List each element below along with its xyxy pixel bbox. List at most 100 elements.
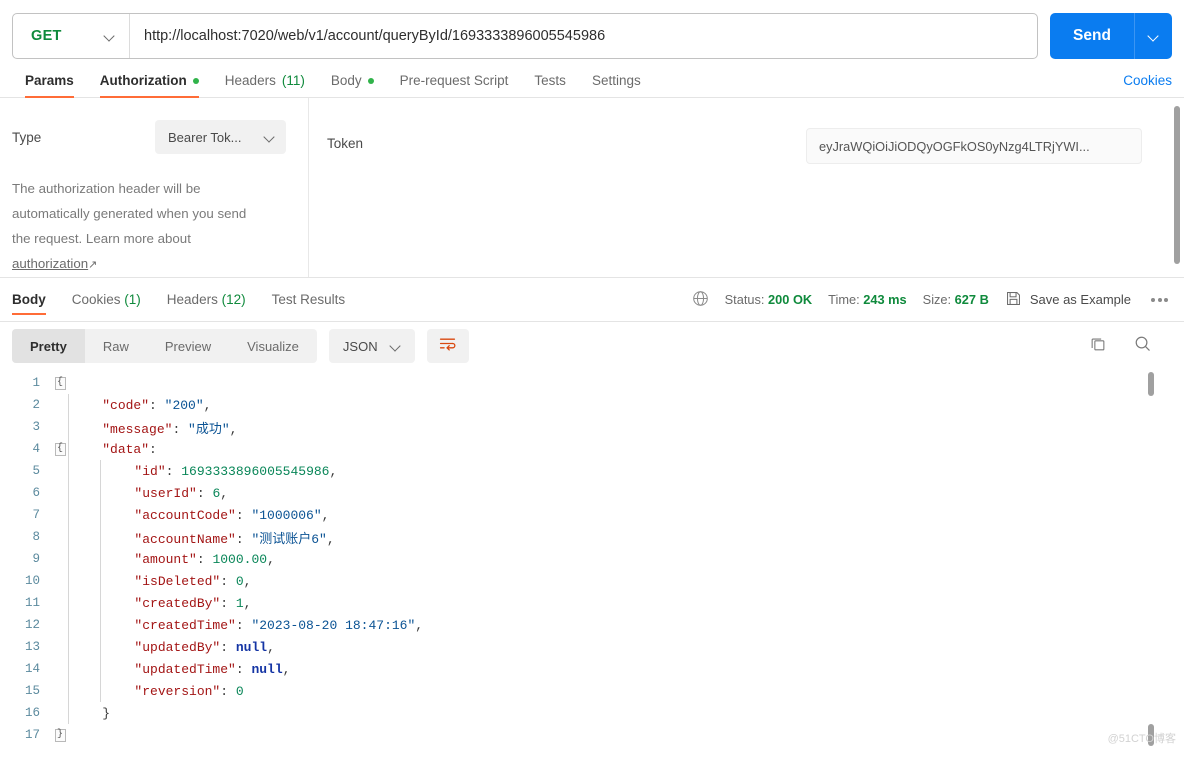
indent-guide: [68, 614, 69, 636]
code-token: ,: [203, 397, 212, 413]
tab-tests[interactable]: Tests: [521, 73, 579, 97]
line-number: 13: [24, 640, 40, 654]
response-body-code[interactable]: 1{2 "code": "200", 3 "message": "成功", 4{ "…: [0, 370, 1184, 750]
code-scrollbar-thumb-top[interactable]: [1148, 372, 1154, 396]
wrap-lines-button[interactable]: [426, 329, 469, 363]
send-options-button[interactable]: [1134, 13, 1172, 59]
chevron-down-icon: [1148, 31, 1159, 42]
tab-body[interactable]: Body: [318, 73, 387, 97]
view-mode-raw[interactable]: Raw: [85, 329, 147, 363]
fold-toggle-icon[interactable]: {: [54, 376, 66, 390]
code-token: ,: [220, 485, 229, 501]
line-number: 14: [24, 662, 40, 676]
code-token: ,: [282, 661, 291, 677]
view-mode-visualize[interactable]: Visualize: [229, 329, 317, 363]
fold-toggle-icon[interactable]: {: [54, 442, 66, 456]
tab-label: Pre-request Script: [399, 73, 509, 88]
tab-authorization[interactable]: Authorization: [87, 73, 212, 98]
fold-gutter[interactable]: {: [52, 376, 68, 390]
view-mode-pretty[interactable]: Pretty: [12, 329, 85, 363]
code-text: "reversion": 0: [70, 683, 243, 699]
code-line: 5 "id": 1693333896005545986,: [0, 460, 1184, 482]
code-token: :: [235, 507, 252, 523]
url-input[interactable]: [130, 14, 1037, 58]
code-line: 14 "updatedTime": null,: [0, 658, 1184, 680]
code-token: ,: [326, 531, 335, 547]
code-line: 17}: [0, 724, 1184, 746]
http-method-select[interactable]: GET: [13, 14, 130, 58]
line-number: 4: [32, 442, 40, 456]
response-tab-headers[interactable]: Headers (12): [167, 278, 259, 321]
authorization-help-link[interactable]: authorization: [12, 256, 88, 271]
external-link-icon: ↗: [88, 259, 98, 271]
request-panel-scrollbar[interactable]: [1174, 106, 1180, 264]
search-button[interactable]: [1133, 334, 1152, 358]
auth-type-select[interactable]: Bearer Tok...: [155, 120, 286, 154]
tab-label: Headers: [224, 73, 276, 88]
response-tab-cookies[interactable]: Cookies (1): [72, 278, 154, 321]
code-text: "accountName": "测试账户6",: [70, 528, 335, 547]
modified-dot-icon: [192, 77, 199, 84]
token-input[interactable]: eyJraWQiOiJiODQyOGFkOS0yNzg4LTRjYWI...: [806, 128, 1142, 164]
fold-gutter[interactable]: }: [52, 728, 68, 742]
code-token: null: [235, 639, 268, 655]
indent-guide: [68, 680, 69, 702]
code-token: "createdTime": [134, 617, 236, 633]
response-tab-count: (1): [124, 292, 141, 307]
response-tab-label: Test Results: [271, 292, 346, 307]
tab-pre-request-script[interactable]: Pre-request Script: [387, 73, 522, 97]
tab-params[interactable]: Params: [12, 73, 87, 98]
save-as-example-button[interactable]: Save as Example: [1005, 290, 1131, 310]
tab-headers[interactable]: Headers (11): [212, 73, 318, 97]
code-token: :: [220, 683, 236, 699]
code-token: :: [149, 397, 165, 413]
code-token: :: [220, 573, 236, 589]
response-tab-test-results[interactable]: Test Results: [272, 278, 359, 321]
line-number: 3: [32, 420, 40, 434]
code-line: 3 "message": "成功",: [0, 416, 1184, 438]
indent-guide: [68, 570, 69, 592]
code-token: "code": [102, 397, 150, 413]
copy-button[interactable]: [1089, 335, 1107, 358]
response-tab-label: Headers: [166, 292, 218, 307]
response-tab-body[interactable]: Body: [12, 278, 59, 321]
code-token: :: [235, 617, 252, 633]
size-label: Size:: [922, 292, 952, 307]
response-format-select[interactable]: JSON: [328, 329, 415, 363]
code-token: :: [149, 441, 165, 457]
chevron-down-icon: [264, 132, 275, 143]
line-number: 10: [24, 574, 40, 588]
line-number: 6: [32, 486, 40, 500]
cookies-link[interactable]: Cookies: [1123, 73, 1172, 97]
response-header: Body Cookies (1) Headers (12) Test Resul…: [0, 278, 1184, 322]
code-token: 1693333896005545986: [181, 463, 330, 479]
code-scrollbar-track[interactable]: [1149, 370, 1154, 750]
code-line: 12 "createdTime": "2023-08-20 18:47:16",: [0, 614, 1184, 636]
code-token: ,: [267, 639, 275, 655]
indent-guide: [68, 548, 69, 570]
tab-settings[interactable]: Settings: [579, 73, 654, 97]
fold-gutter[interactable]: {: [52, 442, 68, 456]
tab-label: Authorization: [99, 73, 187, 88]
response-meta: Status: 200 OK Time: 243 ms Size: 627 B …: [692, 290, 1172, 310]
code-text: "accountCode": "1000006",: [70, 508, 329, 523]
auth-left-column: Type Bearer Tok... The authorization hea…: [0, 98, 309, 277]
send-button[interactable]: Send: [1050, 13, 1134, 59]
code-token: 1: [235, 595, 244, 611]
fold-toggle-icon[interactable]: }: [54, 728, 66, 742]
code-text: "amount": 1000.00,: [70, 552, 274, 567]
tab-label: Tests: [534, 73, 566, 88]
globe-icon: [692, 290, 709, 310]
code-token: :: [235, 661, 252, 677]
indent-guide: [68, 526, 69, 548]
indent-guide: [68, 592, 69, 614]
line-number: 5: [32, 464, 40, 478]
response-tab-label: Cookies: [71, 292, 121, 307]
more-options-icon[interactable]: [1147, 294, 1172, 306]
view-mode-preview[interactable]: Preview: [147, 329, 229, 363]
auth-right-column: Token eyJraWQiOiJiODQyOGFkOS0yNzg4LTRjYW…: [309, 98, 1184, 277]
